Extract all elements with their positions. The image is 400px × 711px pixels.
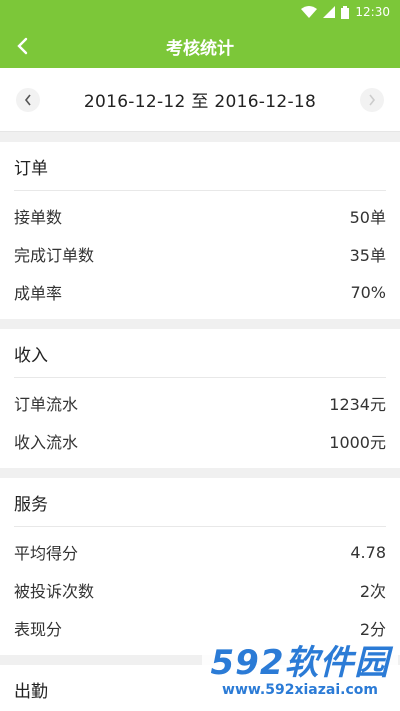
stat-row: 被投诉次数 2次 [0,571,400,609]
chevron-right-icon [369,94,376,105]
section-title: 服务 [14,494,48,515]
next-week-button[interactable] [360,87,384,112]
back-button[interactable] [0,24,44,68]
section-income: 收入 订单流水 1234元 收入流水 1000元 [0,329,400,468]
prev-week-button[interactable] [16,87,40,112]
chevron-left-icon [17,37,28,55]
page-title: 考核统计 [166,38,234,59]
watermark: 592软件园 www.592xiazai.com [202,637,398,707]
stat-row: 订单流水 1234元 [0,384,400,422]
stat-value: 50单 [349,208,386,227]
section-title: 收入 [14,345,48,366]
stat-value: 1000元 [329,433,386,452]
status-time: 12:30 [355,5,390,19]
stat-label: 成单率 [14,284,63,303]
stat-label: 被投诉次数 [14,582,95,601]
date-range-label: 2016-12-12 至 2016-12-18 [83,92,317,112]
stat-value: 1234元 [329,395,386,414]
stat-row: 成单率 70% [0,273,400,311]
stat-label: 订单流水 [14,395,79,414]
battery-icon [341,5,350,19]
stat-row: 接单数 50单 [0,197,400,235]
stat-row: 平均得分 4.78 [0,533,400,571]
stat-value: 2次 [359,582,386,601]
chevron-left-icon [24,94,31,105]
stat-label: 收入流水 [14,433,79,452]
section-service: 服务 平均得分 4.78 被投诉次数 2次 表现分 2分 [0,478,400,655]
stat-label: 接单数 [14,208,63,227]
watermark-url: www.592xiazai.com [222,682,378,698]
stat-row: 收入流水 1000元 [0,422,400,460]
status-bar: 12:30 [0,0,400,24]
date-selector: 2016-12-12 至 2016-12-18 [0,68,400,132]
watermark-logo: 592软件园 [210,643,390,683]
stat-label: 完成订单数 [14,246,95,265]
stat-value: 70% [350,282,386,302]
wifi-icon [301,6,318,18]
stat-label: 平均得分 [14,544,79,563]
stat-label: 表现分 [14,620,63,639]
stat-row: 完成订单数 35单 [0,235,400,273]
nav-bar: 考核统计 [0,24,400,68]
signal-icon [323,6,336,18]
section-title: 订单 [14,158,48,179]
stat-value: 4.78 [350,542,386,562]
stat-value: 35单 [349,246,386,265]
section-orders: 订单 接单数 50单 完成订单数 35单 成单率 70% [0,142,400,319]
